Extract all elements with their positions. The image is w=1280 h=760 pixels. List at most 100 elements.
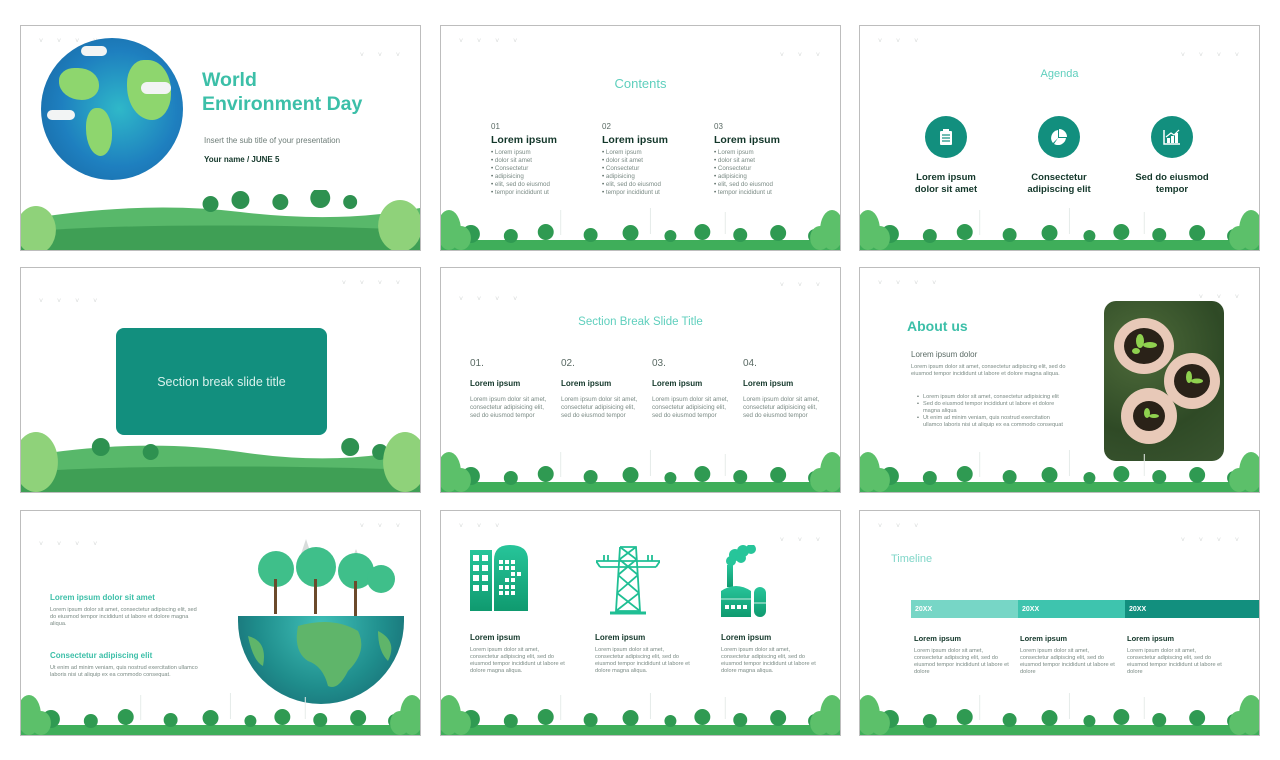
bullet-item: Sed do eiusmod tempor incididunt ut labo… (917, 401, 1067, 415)
agenda-item: Consectetur adipiscing elit (1004, 116, 1114, 196)
contents-column: 01 Lorem ipsum Lorem ipsum dolor sit ame… (491, 122, 591, 197)
birds-decoration: ˅ ˅ ˅ (779, 537, 826, 544)
bullet-item: Lorem ipsum (491, 149, 591, 157)
foliage-illustration (860, 450, 1259, 492)
timeline-year-bar: 20XX (1018, 600, 1125, 618)
birds-decoration: ˅ ˅ ˅ (459, 523, 506, 530)
foliage-illustration (441, 208, 840, 250)
birds-decoration: ˅ ˅ ˅ (779, 282, 826, 289)
foliage-illustration (441, 450, 840, 492)
column-body: Lorem ipsum dolor sit amet, consectetur … (721, 647, 816, 674)
city-trees-illustration (246, 539, 396, 619)
section-title-box: Section break slide title (116, 328, 327, 435)
column-number: 03 (714, 122, 723, 131)
column-heading: Lorem ipsum (652, 379, 703, 388)
title-line-1: World (202, 69, 257, 91)
bullet-item: Consectetur (602, 165, 702, 173)
birds-decoration: ˅ ˅ ˅ ˅ (459, 38, 524, 45)
slide-4-section-break[interactable]: ˅ ˅ ˅ ˅ ˅ ˅ ˅ ˅ Section break slide titl… (20, 267, 421, 493)
bullet-item: Consectetur (491, 165, 591, 173)
column-body: Lorem ipsum dolor sit amet, consectetur … (470, 396, 547, 419)
block-heading: Lorem ipsum dolor sit amet (50, 593, 155, 602)
bullet-item: Ut enim ad minim veniam, quis nostrud ex… (917, 415, 1067, 429)
bullet-item: elit, sed do eiusmod (602, 181, 702, 189)
birds-decoration: ˅ ˅ ˅ ˅ (39, 298, 104, 305)
bullet-item: adipisicing (714, 173, 814, 181)
slide-5-four-columns[interactable]: ˅ ˅ ˅ ˅ ˅ ˅ ˅ Section Break Slide Title … (440, 267, 841, 493)
birds-decoration: ˅ ˅ ˅ ˅ (1180, 537, 1245, 544)
column-heading: Lorem ipsum (602, 134, 668, 146)
slide-3-agenda[interactable]: ˅ ˅ ˅ ˅ ˅ ˅ ˅ Agenda Lorem ipsum dolor s… (859, 25, 1260, 251)
step-heading: Lorem ipsum (1127, 634, 1175, 643)
birds-decoration: ˅ ˅ ˅ (779, 52, 826, 59)
feature-column: 01. Lorem ipsum Lorem ipsum dolor sit am… (470, 358, 550, 420)
birds-decoration: ˅ ˅ ˅ (878, 38, 925, 45)
step-body: Lorem ipsum dolor sit amet, consectetur … (914, 648, 1009, 675)
step-heading: Lorem ipsum (1020, 634, 1068, 643)
column-number: 01 (491, 122, 500, 131)
bullet-item: dolor sit amet (714, 157, 814, 165)
section-title: Section break slide title (157, 374, 286, 389)
foliage-strip (860, 190, 1259, 250)
birds-decoration: ˅ ˅ ˅ ˅ (878, 280, 943, 287)
column-heading: Lorem ipsum (743, 379, 794, 388)
slide-title: Timeline (891, 553, 933, 565)
timeline-year: 20XX (1022, 605, 1040, 613)
block-heading: Consectetur adipiscing elit (50, 651, 153, 660)
slide-subtitle: Lorem ipsum dolor (911, 350, 978, 359)
title-line-2: Environment Day (202, 93, 363, 115)
column-heading: Lorem ipsum (491, 134, 557, 146)
bullet-item: dolor sit amet (602, 157, 702, 165)
bar-chart-growth-icon (1151, 116, 1193, 158)
birds-decoration: ˅ ˅ ˅ (359, 523, 406, 530)
contents-column: 03 Lorem ipsum Lorem ipsum dolor sit ame… (714, 122, 814, 197)
bullet-item: Consectetur (714, 165, 814, 173)
bullet-item: Lorem ipsum dolor sit amet, consectetur … (917, 394, 1067, 401)
slide-title: Section Break Slide Title (578, 316, 703, 328)
slide-2-contents[interactable]: ˅ ˅ ˅ ˅ ˅ ˅ ˅ Contents 01 Lorem ipsum Lo… (440, 25, 841, 251)
bullet-item: elit, sed do eiusmod (491, 181, 591, 189)
slide-title: Contents (614, 76, 667, 91)
slide-6-about-us[interactable]: ˅ ˅ ˅ ˅ ˅ ˅ ˅ About us Lorem ipsum dolor… (859, 267, 1260, 493)
foliage-strip (441, 675, 840, 735)
about-paragraph: Lorem ipsum dolor sit amet, consectetur … (911, 364, 1066, 377)
birds-decoration: ˅ ˅ ˅ ˅ (341, 280, 406, 287)
birds-decoration: ˅ ˅ ˅ ˅ (39, 541, 104, 548)
slide-title: Agenda (1040, 68, 1079, 80)
contents-column: 02 Lorem ipsum Lorem ipsum dolor sit ame… (602, 122, 702, 197)
icon-column: Lorem ipsum Lorem ipsum dolor sit amet, … (595, 633, 690, 675)
birds-decoration: ˅ ˅ ˅ ˅ (459, 296, 524, 303)
foliage-strip (441, 190, 840, 250)
agenda-label-line: Consectetur (1031, 172, 1087, 183)
step-body: Lorem ipsum dolor sit amet, consectetur … (1127, 648, 1222, 675)
foliage-illustration (860, 693, 1259, 735)
column-heading: Lorem ipsum (561, 379, 612, 388)
slide-7-text-earth[interactable]: ˅ ˅ ˅ ˅ ˅ ˅ ˅ Lorem ipsum dolor sit amet… (20, 510, 421, 736)
timeline-year: 20XX (1129, 605, 1147, 613)
column-number: 02 (602, 122, 611, 131)
column-heading: Lorem ipsum (714, 134, 780, 146)
slide-1-title[interactable]: ˅ ˅ ˅ ˅ ˅ ˅ ˅ World Environment Day Inse… (20, 25, 421, 251)
foliage-strip (21, 675, 420, 735)
agenda-item: Sed do eiusmod tempor (1117, 116, 1227, 196)
bullet-item: dolor sit amet (491, 157, 591, 165)
column-body: Lorem ipsum dolor sit amet, consectetur … (652, 396, 729, 419)
power-tower-icon (595, 545, 661, 620)
presentation-title: World Environment Day (202, 68, 362, 116)
slide-8-three-icons[interactable]: ˅ ˅ ˅ ˅ ˅ ˅ Lorem ipsum Lorem ipsum dolo… (440, 510, 841, 736)
bullet-item: adipisicing (491, 173, 591, 181)
bullet-item: elit, sed do eiusmod (714, 181, 814, 189)
author-date: Your name / JUNE 5 (204, 155, 280, 164)
agenda-item: Lorem ipsum dolor sit amet (891, 116, 1001, 196)
column-number: 04. (743, 358, 757, 369)
agenda-label-line: Sed do eiusmod (1135, 172, 1209, 183)
column-number: 02. (561, 358, 575, 369)
clipboard-checklist-icon (925, 116, 967, 158)
feature-column: 02. Lorem ipsum Lorem ipsum dolor sit am… (561, 358, 641, 420)
column-body: Lorem ipsum dolor sit amet, consectetur … (470, 647, 565, 674)
icon-column: Lorem ipsum Lorem ipsum dolor sit amet, … (470, 633, 565, 675)
slide-9-timeline[interactable]: ˅ ˅ ˅ ˅ ˅ ˅ ˅ Timeline 20XX 20XX 20XX Lo… (859, 510, 1260, 736)
agenda-label-line: Lorem ipsum (916, 172, 976, 183)
bullet-item: Lorem ipsum (714, 149, 814, 157)
timeline-year: 20XX (915, 605, 933, 613)
